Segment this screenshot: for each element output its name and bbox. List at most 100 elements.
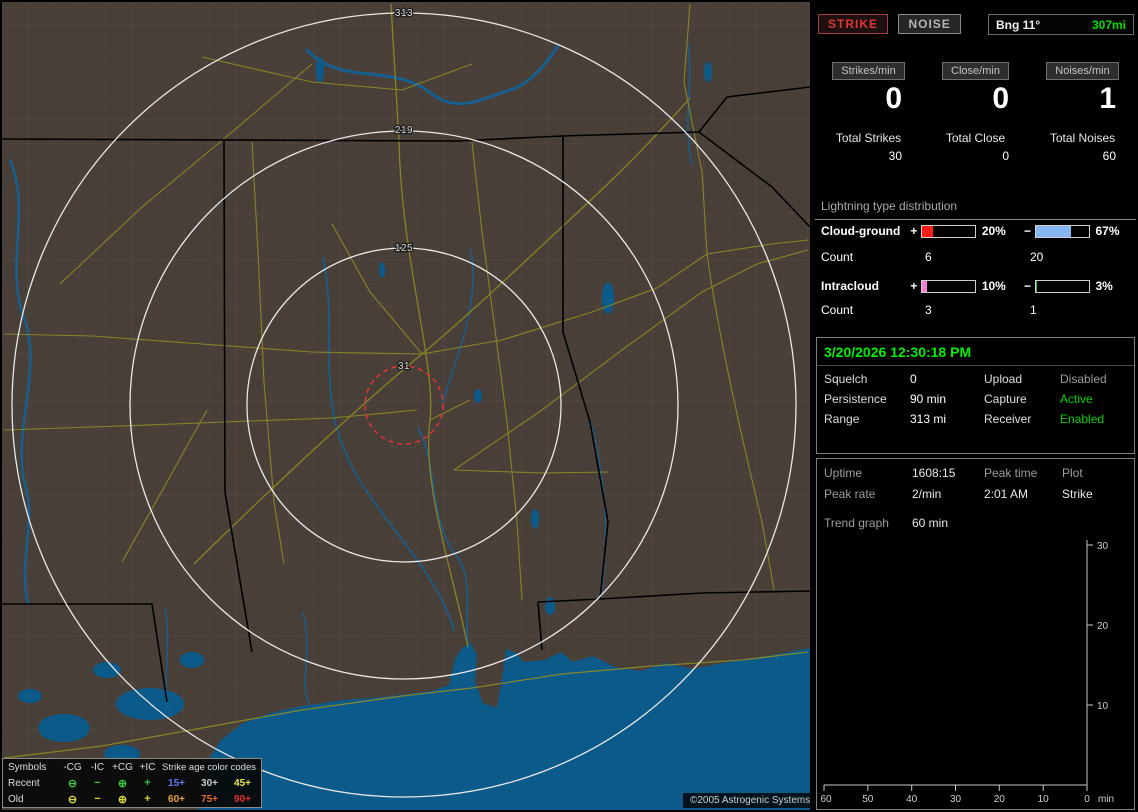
noises-per-min-button[interactable]: Noises/min — [1046, 62, 1119, 80]
trend-y-tick-10: 10 — [1097, 701, 1109, 712]
close-per-min-button[interactable]: Close/min — [942, 62, 1009, 80]
ring-label-125: 125 — [395, 243, 413, 254]
count-label: Count — [821, 303, 854, 317]
recent-ic-pos-icon: + — [144, 777, 151, 789]
bearing-range: 307mi — [1091, 17, 1126, 32]
cloud-ground-label: Cloud-ground — [821, 224, 901, 238]
peak-time-label: Peak time — [984, 466, 1038, 480]
ic-positive-fill — [922, 280, 928, 292]
strike-map-svg: 313 219 125 31 — [2, 2, 810, 810]
strike-mode-button[interactable]: STRIKE — [818, 14, 889, 34]
capture-label: Capture — [984, 392, 1027, 406]
recent-cg-neg-icon: ⊖ — [67, 777, 78, 790]
noise-mode-button[interactable]: NOISE — [898, 14, 961, 34]
legend-recent-row: Recent ⊖ − ⊕ + 15+ 30+ 45+ — [3, 775, 261, 791]
count-label: Count — [821, 250, 854, 264]
strikes-rate-value: 0 — [885, 82, 902, 115]
trend-x-tick-20: 20 — [994, 794, 1006, 805]
ic-negative-bar — [1034, 279, 1090, 293]
trend-y-tick-20: 20 — [1097, 621, 1109, 632]
legend-col-ic-neg: -IC — [90, 761, 105, 773]
status-row-persistence: Persistence 90 min Capture Active — [817, 392, 1134, 406]
legend-old-row: Old ⊖ − ⊕ + 60+ 75+ 90+ — [3, 791, 261, 807]
age-60: 60+ — [168, 793, 185, 805]
cg-negative-fill — [1035, 225, 1072, 237]
status-panel: STRIKE NOISE Bng 11° 307mi Strikes/min C… — [815, 0, 1136, 812]
legend-col-ic-pos: +IC — [139, 761, 156, 773]
age-45: 45+ — [234, 777, 251, 789]
legend-col-cg-neg: -CG — [63, 761, 82, 773]
total-noises-value: 60 — [1102, 149, 1116, 163]
ic-positive-pct: 10% — [981, 279, 1006, 293]
persistence-value: 90 min — [910, 392, 947, 406]
trend-graph-row: Trend graph 60 min — [817, 516, 1134, 530]
trend-graph-value: 60 min — [912, 516, 949, 530]
age-75: 75+ — [201, 793, 218, 805]
old-ic-neg-icon: − — [94, 793, 101, 805]
legend-old-label: Old — [8, 793, 24, 805]
legend-age-header: Strike age color codes — [162, 761, 256, 773]
mode-toolbar: STRIKE NOISE Bng 11° 307mi — [818, 14, 1134, 36]
cg-positive-count: 6 — [925, 250, 932, 264]
close-rate-value: 0 — [992, 82, 1009, 115]
trend-x-tick-30: 30 — [950, 794, 962, 805]
plot-label: Plot — [1062, 466, 1083, 480]
total-strikes-label: Total Strikes — [835, 131, 902, 145]
trend-graph: 30 20 10 60 50 40 30 20 10 0 min — [820, 540, 1114, 805]
ic-positive-bar — [921, 279, 976, 293]
trend-x-tick-40: 40 — [906, 794, 918, 805]
range-value: 313 mi — [910, 412, 947, 426]
stats-row-1: Uptime 1608:15 Peak time Plot — [817, 466, 1134, 480]
trend-x-tick-50: 50 — [862, 794, 874, 805]
receiver-label: Receiver — [984, 412, 1032, 426]
old-ic-pos-icon: + — [144, 793, 151, 805]
bearing-readout: Bng 11° 307mi — [988, 14, 1134, 35]
ring-label-31: 31 — [398, 361, 410, 372]
rate-values: 0 0 1 — [815, 84, 1136, 114]
uptime-label: Uptime — [824, 466, 863, 480]
cg-negative-bar — [1034, 224, 1090, 238]
current-datetime: 3/20/2026 12:30:18 PM — [817, 338, 1134, 366]
status-row-range: Range 313 mi Receiver Enabled — [817, 412, 1134, 426]
legend-header-row: Symbols -CG -IC +CG +IC Strike age color… — [3, 759, 261, 775]
squelch-value: 0 — [910, 372, 917, 386]
trend-x-tick-10: 10 — [1038, 794, 1050, 805]
legend-symbols-header: Symbols — [8, 761, 47, 773]
capture-state: Active — [1060, 392, 1093, 406]
rate-headers: Strikes/min Close/min Noises/min — [815, 62, 1136, 80]
trend-x-unit: min — [1098, 794, 1114, 805]
cg-negative-pct: 67% — [1095, 224, 1120, 238]
legend-recent-label: Recent — [8, 777, 40, 789]
intracloud-count-row: Count 3 1 — [815, 303, 1136, 317]
ic-negative-count: 1 — [1030, 303, 1037, 317]
strike-map[interactable]: 313 219 125 31 Symbols -CG -IC +CG +IC S… — [2, 2, 818, 810]
old-cg-pos-icon: ⊕ — [117, 793, 128, 806]
cg-negative-count: 20 — [1030, 250, 1044, 264]
map-legend: Symbols -CG -IC +CG +IC Strike age color… — [2, 758, 262, 808]
uptime-value: 1608:15 — [912, 466, 956, 480]
session-stats-box: Uptime 1608:15 Peak time Plot Peak rate … — [816, 458, 1135, 810]
receiver-state: Enabled — [1060, 412, 1105, 426]
distribution-title: Lightning type distribution — [815, 199, 1136, 220]
ring-label-219: 219 — [395, 125, 413, 136]
upload-state: Disabled — [1060, 372, 1107, 386]
plus-sign: + — [910, 279, 918, 293]
copyright-notice: ©2005 Astrogenic Systems — [683, 793, 818, 808]
cg-positive-bar — [921, 224, 976, 238]
intracloud-label: Intracloud — [821, 279, 880, 293]
minus-sign: − — [1024, 279, 1032, 293]
ic-negative-fill — [1035, 280, 1038, 292]
squelch-label: Squelch — [824, 372, 868, 386]
status-row-squelch: Squelch 0 Upload Disabled — [817, 372, 1134, 386]
upload-label: Upload — [984, 372, 1023, 386]
cloud-ground-row: Cloud-ground + 20% − 67% — [815, 224, 1136, 238]
minus-sign: − — [1024, 224, 1032, 238]
total-strikes-value: 30 — [888, 149, 902, 163]
strikes-per-min-button[interactable]: Strikes/min — [832, 62, 905, 80]
ic-positive-count: 3 — [925, 303, 932, 317]
ic-negative-pct: 3% — [1095, 279, 1113, 293]
age-30: 30+ — [201, 777, 218, 789]
stats-row-2: Peak rate 2/min 2:01 AM Strike — [817, 487, 1134, 501]
cg-positive-fill — [922, 225, 933, 237]
persistence-label: Persistence — [824, 392, 887, 406]
